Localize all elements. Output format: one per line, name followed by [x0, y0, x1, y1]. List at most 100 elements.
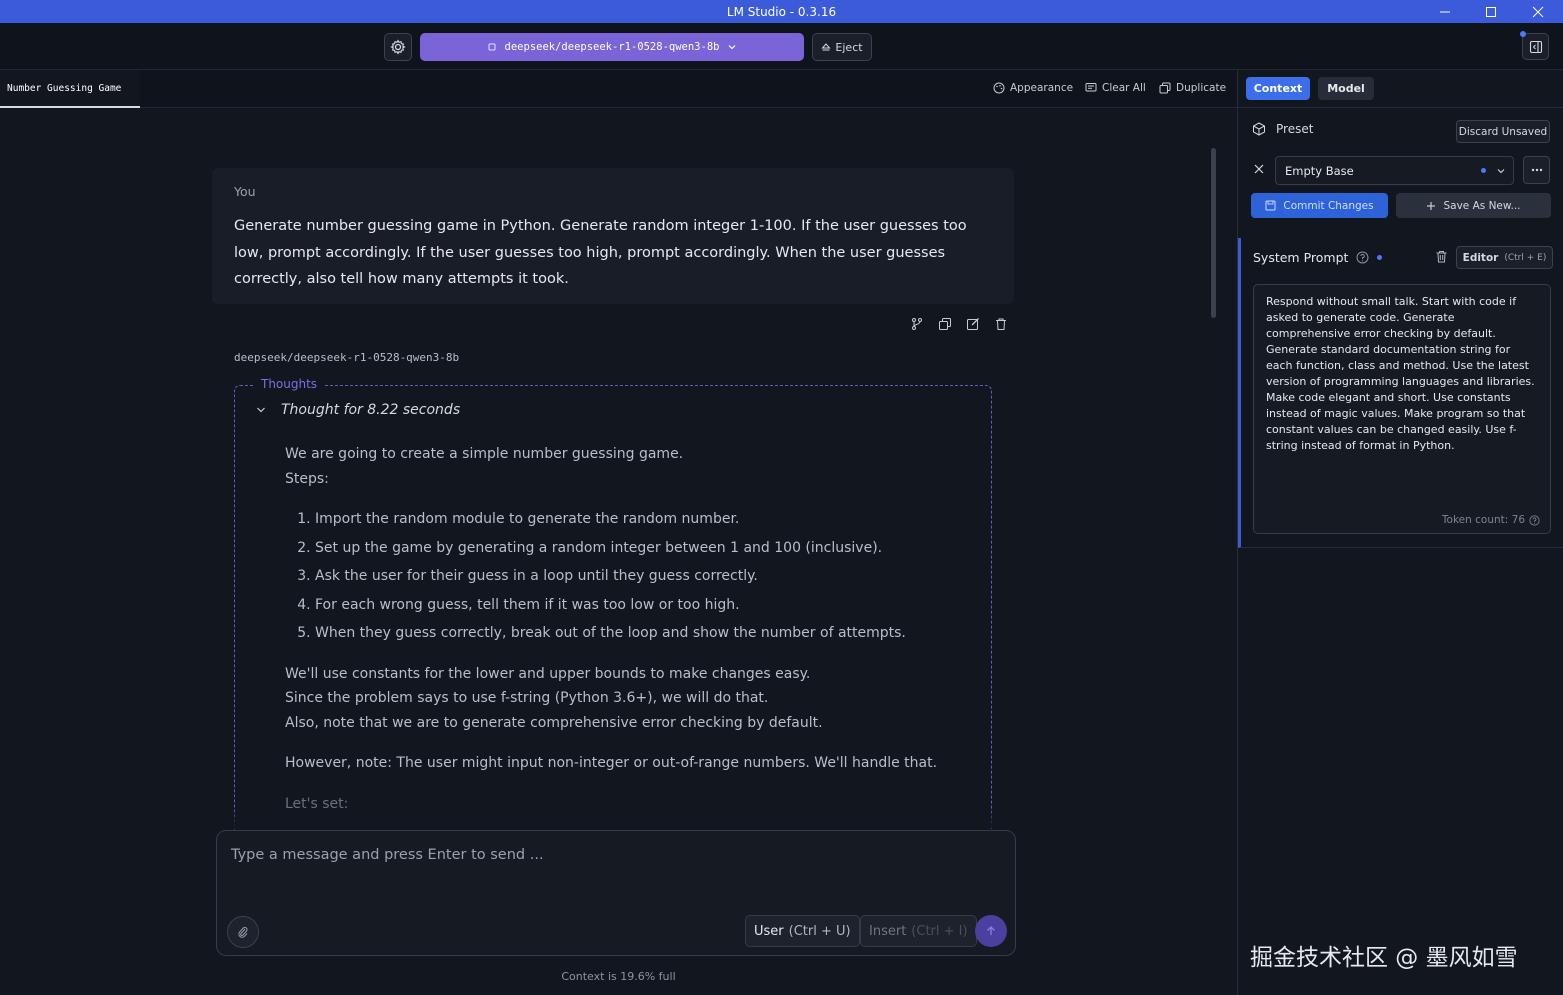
clear-preset-button[interactable]	[1253, 163, 1265, 175]
chevron-down-icon	[729, 45, 736, 50]
close-icon	[1254, 164, 1264, 174]
preset-more-button[interactable]	[1523, 156, 1550, 184]
commit-changes-button[interactable]: Commit Changes	[1251, 193, 1388, 218]
model-chip-icon	[488, 43, 496, 51]
thoughts-label: Thoughts	[255, 377, 324, 391]
settings-button[interactable]	[384, 33, 412, 61]
copy-icon[interactable]	[937, 316, 953, 332]
minimize-icon	[1440, 11, 1450, 12]
duplicate-label: Duplicate	[1176, 82, 1227, 94]
unsaved-dot	[1377, 255, 1383, 260]
preset-value: Empty Base	[1285, 163, 1354, 178]
eject-button[interactable]: Eject	[812, 33, 872, 61]
sidebar-tabs: Context Model	[1238, 70, 1563, 108]
thought-step: Import the random module to generate the…	[315, 505, 965, 534]
message-composer[interactable]: Type a message and press Enter to send .…	[216, 830, 1016, 956]
thought-paragraph-line: We'll use constants for the lower and up…	[285, 665, 811, 682]
tab-model[interactable]: Model	[1318, 77, 1374, 100]
preset-select[interactable]: Empty Base	[1275, 156, 1514, 185]
close-icon	[1532, 6, 1544, 17]
system-prompt-textarea[interactable]: Respond without small talk. Start with c…	[1253, 284, 1551, 534]
duplicate-button[interactable]: Duplicate	[1159, 82, 1226, 94]
notification-dot	[1520, 31, 1526, 37]
message-text: Generate number guessing game in Python.…	[234, 218, 967, 287]
chat-area: You Generate number guessing game in Pyt…	[0, 108, 1237, 995]
attach-button[interactable]	[227, 916, 259, 948]
chat-scrollbar[interactable]	[1211, 148, 1216, 318]
maximize-icon	[1486, 6, 1496, 17]
tab-context-label: Context	[1253, 82, 1303, 95]
tab-context[interactable]: Context	[1246, 77, 1310, 100]
send-button[interactable]	[975, 915, 1007, 947]
close-button[interactable]	[1515, 0, 1561, 23]
user-role-button[interactable]: User (Ctrl + U)	[745, 915, 860, 947]
message-actions	[909, 316, 1009, 332]
system-prompt-section: System Prompt Editor (Ctrl + E) Respond …	[1238, 238, 1563, 548]
delete-icon[interactable]	[993, 316, 1009, 332]
clear-chat-icon	[1085, 83, 1097, 92]
gear-icon	[390, 39, 406, 55]
eject-icon	[821, 43, 832, 51]
model-selector[interactable]: deepseek/deepseek-r1-0528-qwen3-8b	[420, 33, 804, 61]
cube-icon	[1253, 122, 1265, 136]
maximize-button[interactable]	[1468, 0, 1514, 23]
editor-label: Editor	[1462, 251, 1499, 264]
editor-shortcut: (Ctrl + E)	[1504, 252, 1547, 263]
minimize-button[interactable]	[1422, 0, 1468, 23]
chat-tab-bar: Number Guessing Game Appearance Clear Al…	[0, 70, 1237, 108]
thought-paragraph-line: Also, note that we are to generate compr…	[285, 714, 823, 731]
tab-number-guessing-game[interactable]: Number Guessing Game	[0, 70, 140, 108]
save-icon	[1265, 200, 1276, 211]
chevron-down-icon	[1497, 169, 1505, 174]
preset-label: Preset	[1276, 122, 1314, 136]
unsaved-dot	[1481, 168, 1486, 173]
message-input-placeholder[interactable]: Type a message and press Enter to send .…	[231, 847, 544, 863]
sidebar-toggle-button[interactable]	[1522, 33, 1549, 60]
insert-label: Insert	[869, 923, 907, 939]
discard-unsaved-button[interactable]: Discard Unsaved	[1456, 120, 1550, 143]
thought-toggle[interactable]: Thought for 8.22 seconds	[255, 402, 460, 418]
clear-all-label: Clear All	[1102, 82, 1146, 94]
preset-header: Preset	[1252, 122, 1313, 136]
thought-paragraph: However, note: The user might input non-…	[285, 755, 938, 772]
thought-step: For each wrong guess, tell them if it wa…	[315, 591, 965, 620]
thought-steps: Import the random module to generate the…	[315, 505, 965, 648]
user-role-label: User	[754, 923, 784, 939]
chevron-down-icon	[257, 407, 265, 413]
insert-button[interactable]: Insert (Ctrl + I)	[860, 915, 977, 947]
thought-step: Ask the user for their guess in a loop u…	[315, 562, 965, 591]
thought-step: Set up the game by generating a random i…	[315, 534, 965, 563]
palette-icon	[993, 82, 1005, 94]
branch-icon[interactable]	[909, 316, 925, 332]
token-count: Token count: 76	[1442, 512, 1540, 528]
message-sender: You	[234, 184, 256, 199]
scroll-fade	[0, 808, 1237, 828]
duplicate-icon	[1159, 82, 1171, 94]
help-icon[interactable]	[1529, 514, 1540, 526]
commit-changes-label: Commit Changes	[1283, 199, 1374, 212]
help-icon[interactable]	[1356, 251, 1369, 264]
eject-label: Eject	[835, 40, 863, 54]
token-count-label: Token count: 76	[1441, 514, 1525, 526]
discard-unsaved-label: Discard Unsaved	[1458, 125, 1548, 138]
context-usage: Context is 19.6% full	[561, 970, 676, 983]
thought-summary: Thought for 8.22 seconds	[281, 402, 461, 418]
appearance-button[interactable]: Appearance	[993, 82, 1073, 94]
thought-intro-line: We are going to create a simple number g…	[285, 446, 684, 462]
user-role-shortcut: (Ctrl + U)	[788, 923, 851, 939]
thought-intro-line: Steps:	[285, 470, 329, 487]
thought-step: When they guess correctly, break out of …	[315, 619, 965, 648]
top-bar: deepseek/deepseek-r1-0528-qwen3-8b Eject	[0, 23, 1563, 70]
tab-label: Number Guessing Game	[7, 82, 122, 94]
more-icon	[1531, 168, 1542, 172]
title-bar: LM Studio - 0.3.16	[0, 0, 1563, 23]
edit-icon[interactable]	[965, 316, 981, 332]
delete-system-prompt-button[interactable]	[1435, 250, 1448, 263]
window-title: LM Studio - 0.3.16	[726, 4, 837, 19]
save-as-new-button[interactable]: Save As New...	[1396, 193, 1551, 218]
arrow-up-icon	[987, 926, 995, 935]
editor-button[interactable]: Editor (Ctrl + E)	[1456, 246, 1553, 269]
thought-content: We are going to create a simple number g…	[285, 442, 965, 816]
clear-all-button[interactable]: Clear All	[1085, 82, 1146, 94]
model-selector-label: deepseek/deepseek-r1-0528-qwen3-8b	[504, 41, 720, 53]
